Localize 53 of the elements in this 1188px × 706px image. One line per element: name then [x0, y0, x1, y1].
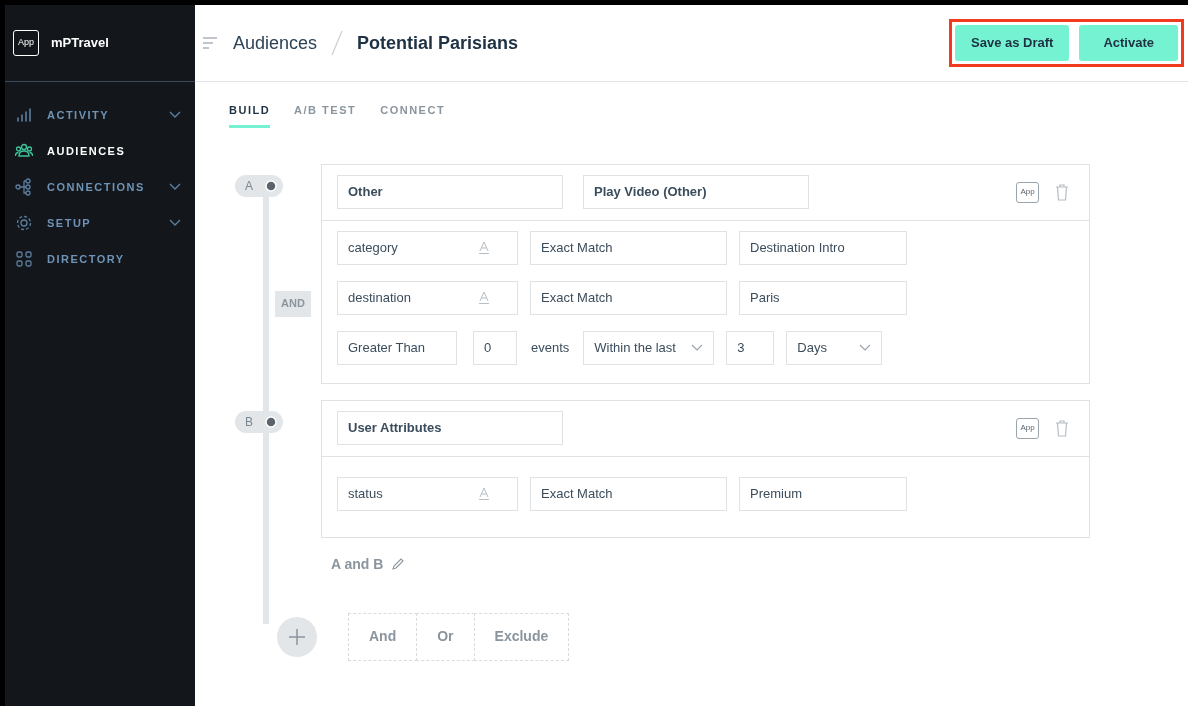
node-tree-icon	[15, 178, 33, 196]
text-field[interactable]: 0	[473, 330, 517, 365]
text-type-icon	[479, 291, 489, 304]
app-badge: App	[1016, 181, 1039, 203]
page-title: Potential Parisians	[357, 31, 519, 55]
text-field[interactable]: Exact Match	[530, 230, 727, 265]
text-field[interactable]: Exact Match	[530, 476, 727, 511]
text-field[interactable]: Paris	[739, 280, 907, 315]
text-type-icon	[479, 241, 489, 254]
people-icon	[15, 142, 33, 160]
sidebar-item[interactable]: SETUP	[5, 206, 195, 240]
dot-icon	[265, 179, 277, 192]
text-field[interactable]: Other	[337, 175, 563, 209]
chevron-down-icon	[859, 344, 872, 351]
save-draft-button[interactable]: Save as Draft	[955, 25, 1070, 61]
trash-icon	[1055, 419, 1069, 437]
text-field[interactable]: Premium	[739, 476, 907, 511]
menu-icon	[203, 37, 217, 49]
text-field[interactable]: User Attributes	[337, 411, 563, 445]
text-field[interactable]: category	[337, 230, 518, 265]
text-field[interactable]: Exact Match	[530, 280, 727, 315]
text-field[interactable]: Play Video (Other)	[583, 175, 809, 209]
sidebar-item[interactable]: ACTIVITY	[5, 98, 195, 132]
text-field[interactable]: Destination Intro	[739, 230, 907, 265]
chevron-down-icon	[691, 344, 704, 351]
dropdown[interactable]: Within the last	[583, 330, 715, 365]
dot-icon	[265, 415, 277, 428]
text-type-icon	[479, 487, 489, 500]
app-badge: App	[1016, 417, 1039, 439]
bar-chart-icon	[15, 106, 33, 124]
app-name: mPTravel	[51, 34, 109, 53]
breadcrumb-separator-icon	[331, 30, 344, 56]
app-logo: App	[13, 30, 39, 56]
settings-icon	[15, 214, 33, 232]
trash-icon	[1055, 183, 1069, 201]
text-field[interactable]: status	[337, 476, 518, 511]
unit-label: events	[531, 338, 570, 357]
sidebar-item[interactable]: CONNECTIONS	[5, 170, 195, 204]
text-field[interactable]: destination	[337, 280, 518, 315]
dropdown[interactable]: Days	[786, 330, 883, 365]
pencil-icon	[391, 557, 406, 571]
text-field[interactable]: 3	[726, 330, 775, 365]
tab[interactable]: BUILD	[229, 102, 271, 128]
activate-button[interactable]: Activate	[1079, 25, 1178, 61]
sidebar-item[interactable]: DIRECTORY	[5, 242, 195, 276]
expression-text: A and B	[331, 554, 384, 574]
add-button[interactable]	[277, 616, 317, 657]
sidebar-item[interactable]: AUDIENCES	[5, 134, 195, 168]
text-field[interactable]: Greater Than	[337, 330, 457, 365]
breadcrumb-link[interactable]: Audiences	[233, 29, 318, 57]
grid-icon	[15, 250, 33, 268]
and-label: AND	[275, 290, 311, 317]
plus-icon	[288, 627, 306, 646]
